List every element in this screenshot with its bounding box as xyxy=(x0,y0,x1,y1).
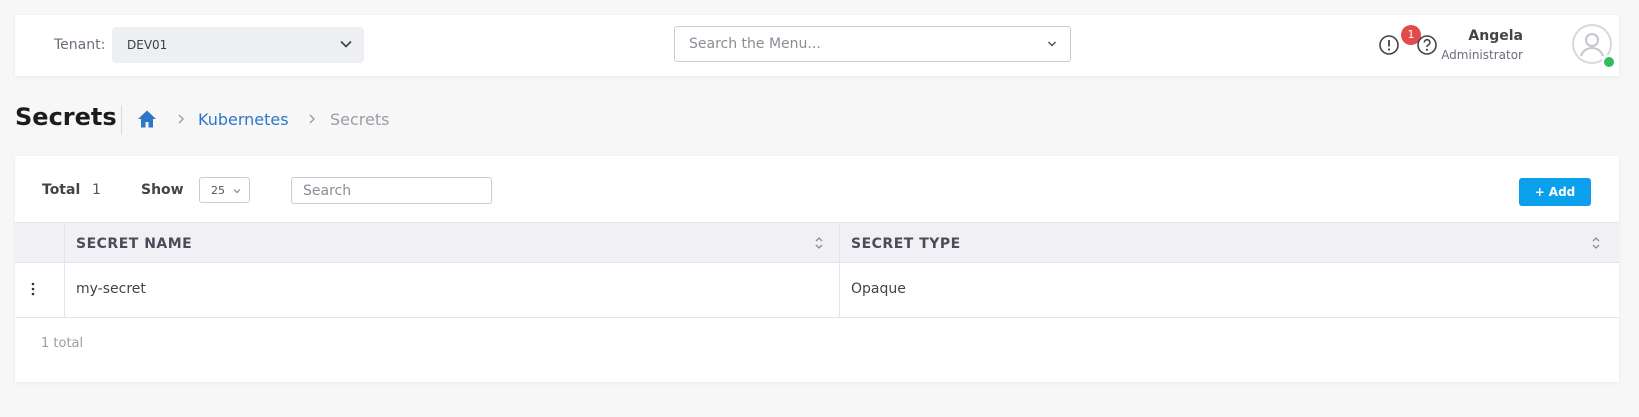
column-header-secret-type[interactable]: SECRET TYPE xyxy=(851,236,961,252)
breadcrumb-secrets: Secrets xyxy=(330,110,390,129)
column-divider xyxy=(64,263,65,317)
menu-search-input[interactable] xyxy=(689,34,1019,54)
user-name: Angela xyxy=(1468,28,1523,44)
column-divider xyxy=(839,263,840,317)
page-title: Secrets xyxy=(15,103,117,131)
menu-search[interactable] xyxy=(674,26,1071,62)
online-status-dot xyxy=(1602,55,1616,69)
total-value: 1 xyxy=(92,182,101,198)
breadcrumb-kubernetes[interactable]: Kubernetes xyxy=(198,110,289,129)
add-button-label: Add xyxy=(1548,185,1576,199)
show-label: Show xyxy=(141,182,184,198)
table-header: SECRET NAME SECRET TYPE xyxy=(15,222,1619,263)
sort-icon[interactable] xyxy=(1591,235,1601,251)
tenant-select[interactable]: DEV01 xyxy=(112,27,364,63)
chevron-right-icon xyxy=(178,114,184,124)
sort-icon[interactable] xyxy=(814,235,824,251)
secrets-card: Total 1 Show 25 + Add SECRET NAME SECRET… xyxy=(15,156,1619,382)
chevron-right-icon xyxy=(309,114,315,124)
tenant-label: Tenant: xyxy=(54,37,106,53)
page-size-value: 25 xyxy=(211,184,225,197)
chevron-down-icon xyxy=(340,40,352,48)
title-divider xyxy=(121,105,122,135)
home-icon[interactable] xyxy=(136,108,158,130)
top-bar: Tenant: DEV01 1 Angela Administrator xyxy=(15,15,1619,76)
table-search-input[interactable] xyxy=(303,182,483,200)
help-icon[interactable] xyxy=(1415,33,1439,57)
column-header-secret-name[interactable]: SECRET NAME xyxy=(76,236,192,252)
column-divider xyxy=(64,223,65,262)
chevron-down-icon xyxy=(1047,41,1057,47)
table-footer-total: 1 total xyxy=(41,336,84,351)
secret-type-cell: Opaque xyxy=(851,281,906,297)
user-role: Administrator xyxy=(1441,48,1523,62)
total-label: Total xyxy=(42,182,81,198)
table-search[interactable] xyxy=(291,177,492,204)
secret-name-cell: my-secret xyxy=(76,281,146,297)
column-divider xyxy=(839,223,840,262)
tenant-value: DEV01 xyxy=(127,38,168,52)
plus-icon: + xyxy=(1534,185,1545,199)
table-row[interactable]: my-secret Opaque xyxy=(15,263,1619,318)
add-button[interactable]: + Add xyxy=(1519,178,1591,206)
page-size-select[interactable]: 25 xyxy=(199,177,250,203)
more-options-icon[interactable] xyxy=(30,281,36,297)
alert-icon[interactable] xyxy=(1377,33,1401,57)
chevron-down-icon xyxy=(233,189,241,194)
